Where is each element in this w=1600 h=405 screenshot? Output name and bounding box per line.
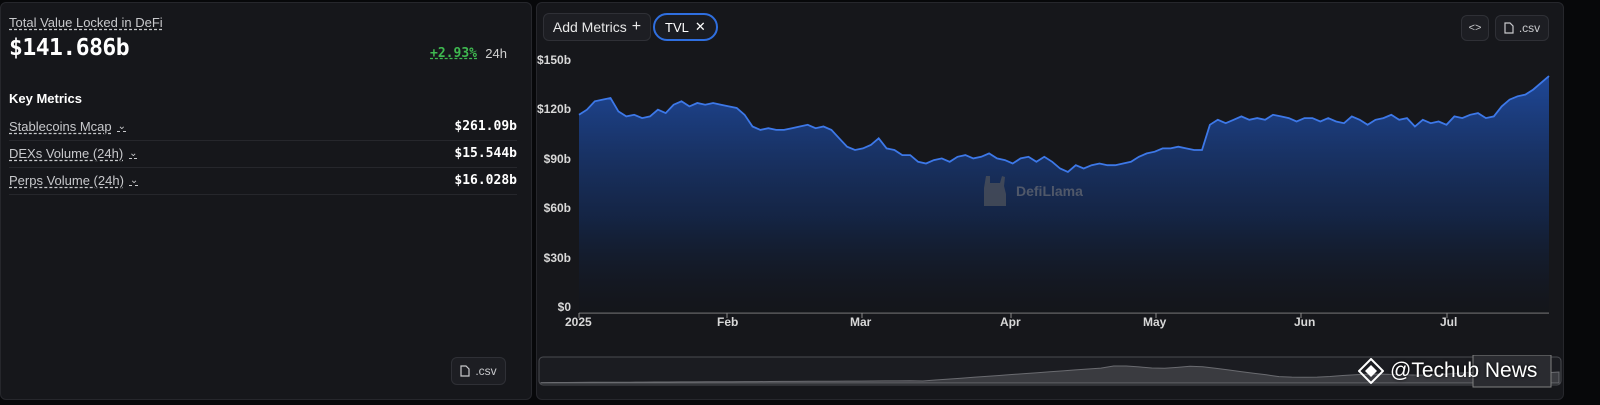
y-tick-label: $30b [543, 251, 571, 265]
file-icon [1504, 22, 1514, 34]
diamond-logo-icon [1358, 358, 1384, 384]
key-metrics-title: Key Metrics [9, 91, 82, 106]
x-tick-label: Jul [1440, 315, 1458, 329]
csv-label: .csv [475, 364, 497, 378]
csv-label: .csv [1518, 21, 1541, 35]
y-tick-label: $90b [543, 152, 571, 166]
y-tick-label: $60b [543, 201, 571, 215]
x-tick-label: Jun [1294, 315, 1316, 329]
chart-panel: Add Metrics + TVL ✕ <> .csv $150b $120b … [536, 2, 1564, 400]
tvl-summary-panel: Total Value Locked in DeFi $141.686b +2.… [0, 2, 532, 400]
tvl-metric-chip[interactable]: TVL ✕ [653, 13, 718, 41]
chevron-down-icon: ⌄ [129, 175, 139, 186]
plus-icon: + [631, 18, 642, 35]
close-icon[interactable]: ✕ [695, 19, 706, 35]
llama-logo-icon [984, 176, 1006, 206]
chevron-down-icon: ⌄ [129, 148, 138, 159]
tvl-change[interactable]: +2.93% [430, 46, 477, 61]
metrics-csv-button[interactable]: .csv [451, 357, 506, 385]
defillama-watermark: DefiLlama [980, 174, 1083, 208]
metric-row-perps-volume[interactable]: Perps Volume (24h) ⌄ $16.028b [9, 167, 517, 195]
add-metrics-label: Add Metrics [552, 19, 627, 35]
y-tick-label: $120b [537, 102, 572, 116]
metric-label[interactable]: Stablecoins Mcap ⌄ [9, 119, 126, 134]
chip-label: TVL [665, 19, 689, 35]
metric-row-stablecoins[interactable]: Stablecoins Mcap ⌄ $261.09b [9, 113, 517, 141]
chart-csv-button[interactable]: .csv [1495, 15, 1549, 41]
metric-value: $16.028b [454, 173, 517, 188]
metric-label[interactable]: Perps Volume (24h) ⌄ [9, 173, 138, 188]
y-tick-label: $150b [537, 53, 572, 67]
add-metrics-button[interactable]: Add Metrics + [543, 13, 651, 41]
tvl-change-period: 24h [485, 46, 507, 61]
x-tick-label: May [1143, 315, 1167, 329]
metric-value: $261.09b [454, 119, 517, 134]
metric-label[interactable]: DEXs Volume (24h) ⌄ [9, 146, 138, 161]
x-tick-label: 2025 [565, 315, 592, 329]
chevron-down-icon: ⌄ [117, 121, 127, 132]
tvl-label[interactable]: Total Value Locked in DeFi [9, 15, 163, 30]
metric-row-dexs-volume[interactable]: DEXs Volume (24h) ⌄ $15.544b [9, 140, 517, 168]
code-icon: <> [1468, 22, 1482, 34]
x-tick-label: Apr [1000, 315, 1021, 329]
file-icon [460, 365, 470, 377]
x-tick-label: Feb [717, 315, 739, 329]
y-tick-label: $0 [557, 300, 571, 314]
metric-value: $15.544b [454, 146, 517, 161]
embed-button[interactable]: <> [1461, 15, 1489, 41]
techub-news-brand: @Techub News [1358, 358, 1537, 384]
x-tick-label: Mar [850, 315, 872, 329]
tvl-value: $141.686b [9, 35, 130, 61]
